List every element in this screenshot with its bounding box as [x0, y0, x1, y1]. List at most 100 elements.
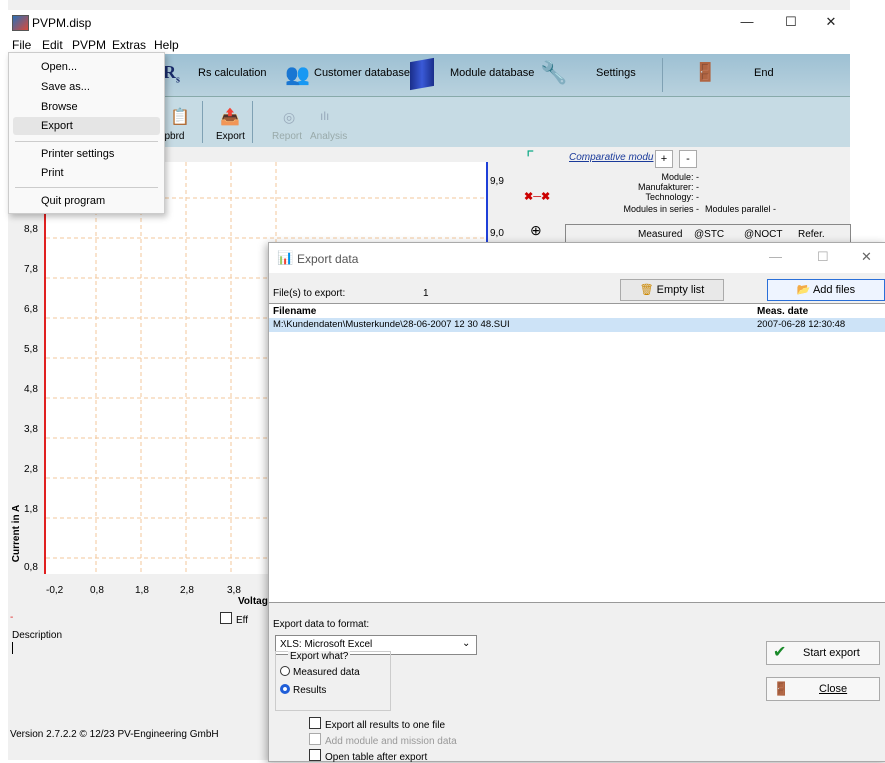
export-dialog: 📊 Export data — ☐ ✕ File(s) to export: 1…	[268, 242, 885, 763]
row-filename: M:\Kundendaten\Musterkunde\28-06-2007 12…	[273, 319, 510, 330]
close-dialog-button[interactable]: 🚪 Close	[766, 677, 880, 701]
rs-icon[interactable]: Rs	[163, 62, 180, 86]
exit-door-icon[interactable]: 🚪	[694, 62, 716, 83]
table-row[interactable]: M:\Kundendaten\Musterkunde\28-06-2007 12…	[269, 318, 885, 332]
title-bar: PVPM.disp — ☐ ✕	[8, 10, 850, 36]
export-what-label: Export what?	[288, 651, 351, 662]
text-cursor[interactable]	[12, 642, 13, 654]
chk-open-table[interactable]: Open table after export	[309, 749, 427, 763]
end-button[interactable]: End	[754, 67, 774, 79]
module-db-icon[interactable]	[410, 57, 434, 91]
wrench-icon[interactable]: 🔧	[540, 60, 567, 86]
clipboard-icon[interactable]: 📋	[170, 107, 190, 127]
zoom-fit-icon[interactable]: ⌜	[526, 148, 534, 169]
analysis-button: Analysis	[310, 131, 348, 142]
right-y-tick: 9,9	[490, 176, 504, 187]
description-label: Description	[12, 630, 63, 641]
export-icon[interactable]: 📤	[220, 107, 240, 127]
y-tick: 8,8	[24, 224, 38, 235]
format-select-value: XLS: Microsoft Excel	[280, 639, 373, 650]
empty-list-label: Empty list	[656, 284, 705, 296]
export-button[interactable]: Export	[216, 131, 245, 142]
add-files-button[interactable]: 📂 Add files	[767, 279, 885, 301]
col-filename-header: Filename	[273, 306, 317, 317]
radio-results[interactable]: Results	[280, 684, 326, 696]
module-db-button[interactable]: Module database	[450, 67, 534, 79]
chk-add-module-label: Add module and mission data	[325, 736, 457, 747]
y-axis-label: Current in A	[11, 504, 23, 563]
y-tick: 2,8	[24, 464, 38, 475]
close-button[interactable]: ✕	[816, 14, 846, 32]
dialog-maximize-button[interactable]: ☐	[817, 249, 829, 265]
export-format-label: Export data to format:	[273, 619, 370, 630]
rs-calc-button[interactable]: Rs calculation	[198, 67, 266, 79]
report-icon: ◎	[283, 109, 296, 125]
menu-item-browse[interactable]: Browse	[41, 101, 78, 113]
chk-add-module: Add module and mission data	[309, 733, 457, 747]
menu-item-export[interactable]: Export	[41, 120, 73, 132]
menu-pvpm[interactable]: PVPM	[72, 38, 106, 52]
export-file-list[interactable]: Filename Meas. date M:\Kundendaten\Muste…	[269, 303, 885, 603]
version-status: Version 2.7.2.2 © 12/23 PV-Engineering G…	[10, 729, 219, 740]
x-tick: 3,8	[227, 585, 241, 596]
row-measdate: 2007-06-28 12:30:48	[757, 319, 846, 330]
comparative-link[interactable]: Comparative modu	[569, 152, 653, 163]
cursor-icon[interactable]: ✖─✖	[524, 190, 550, 203]
chk-export-all-one[interactable]: Export all results to one file	[309, 717, 445, 731]
files-count: 1	[423, 288, 429, 299]
files-to-export-label: File(s) to export:	[273, 288, 346, 299]
radio-measured-label: Measured data	[293, 667, 360, 678]
exit-door-icon: 🚪	[773, 681, 790, 696]
y-tick: 5,8	[24, 344, 38, 355]
y-tick: 7,8	[24, 264, 38, 275]
menu-item-open[interactable]: Open...	[41, 61, 77, 73]
close-dialog-label: Close	[819, 683, 848, 695]
add-files-label: Add files	[812, 284, 856, 296]
start-export-label: Start export	[803, 647, 860, 659]
menu-extras[interactable]: Extras	[112, 38, 146, 52]
report-button: Report	[272, 131, 303, 142]
menu-item-save-as[interactable]: Save as...	[41, 81, 90, 93]
y-tick: 0,8	[24, 562, 38, 573]
modules-series-label: Modules in series -	[623, 204, 699, 214]
customer-db-button[interactable]: Customer database	[314, 67, 410, 79]
zoom-icon[interactable]: ⊕	[530, 222, 542, 239]
checkmark-icon: ✔	[773, 644, 787, 661]
start-export-button[interactable]: ✔ Start export	[766, 641, 880, 665]
col-noct: @NOCT	[744, 229, 783, 240]
menu-edit[interactable]: Edit	[42, 38, 63, 52]
maximize-button[interactable]: ☐	[776, 14, 806, 32]
dialog-title-bar: 📊 Export data — ☐ ✕	[269, 243, 885, 273]
eff-checkbox[interactable]: Eff	[220, 612, 248, 626]
customer-icon[interactable]: 👥	[285, 62, 310, 87]
radio-measured[interactable]: Measured data	[280, 666, 360, 678]
menu-item-print[interactable]: Print	[41, 167, 64, 179]
file-menu-dropdown: Open... Save as... Browse Export Printer…	[8, 52, 165, 214]
dialog-close-button[interactable]: ✕	[861, 249, 872, 265]
add-module-button[interactable]: +	[655, 150, 673, 168]
menu-highlight	[13, 117, 160, 135]
col-measured: Measured	[638, 229, 683, 240]
menu-item-printer-settings[interactable]: Printer settings	[41, 148, 114, 160]
manufacturer-label: Manufakturer: -	[637, 182, 699, 192]
chk-export-all-one-label: Export all results to one file	[325, 720, 446, 731]
right-y-tick: 9,0	[490, 228, 504, 239]
analysis-icon: ılı	[320, 109, 330, 123]
chk-open-table-label: Open table after export	[325, 752, 428, 763]
settings-button[interactable]: Settings	[596, 67, 636, 79]
remove-module-button[interactable]: -	[679, 150, 697, 168]
radio-measured-dot	[280, 666, 290, 676]
comparative-panel: Comparative modu + - Module: - Manufaktu…	[563, 148, 851, 248]
dialog-minimize-button[interactable]: —	[769, 249, 782, 264]
menu-file[interactable]: File	[12, 38, 31, 52]
menu-item-quit[interactable]: Quit program	[41, 195, 105, 207]
x-tick: -0,2	[46, 585, 64, 596]
menu-help[interactable]: Help	[154, 38, 179, 52]
window-title: PVPM.disp	[32, 16, 92, 30]
x-axis-label: Voltag	[238, 596, 268, 607]
col-refer: Refer.	[798, 229, 825, 240]
col-measdate-header: Meas. date	[757, 306, 809, 317]
empty-list-button[interactable]: 🗑 Empty list	[620, 279, 724, 301]
empty-list-icon: 🗑	[639, 284, 654, 296]
minimize-button[interactable]: —	[732, 14, 762, 32]
